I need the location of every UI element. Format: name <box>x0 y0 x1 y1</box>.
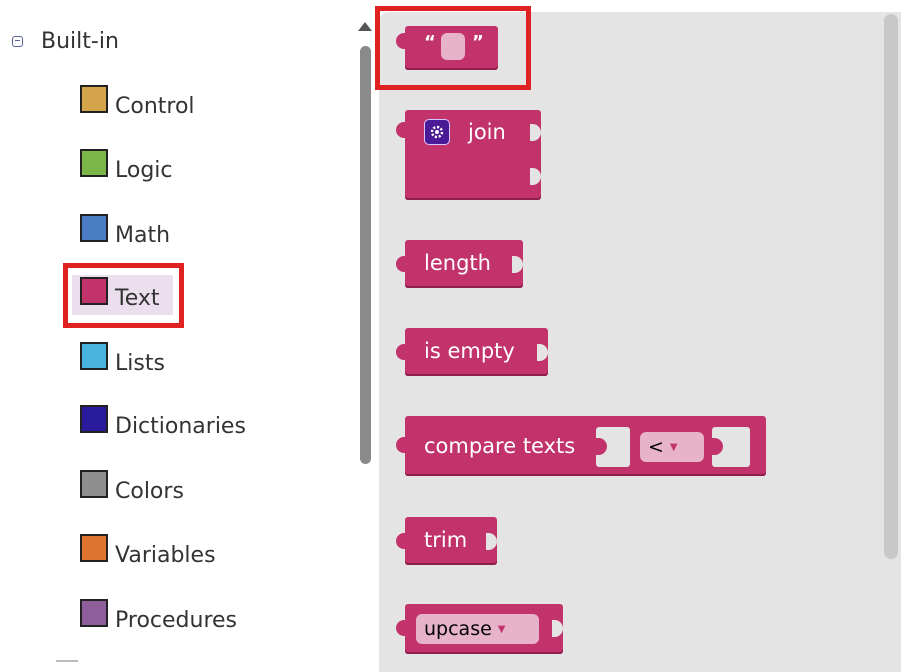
dropdown-arrow-icon: ▼ <box>497 623 506 635</box>
close-quote: ” <box>472 32 484 53</box>
lists-swatch-icon <box>80 342 108 370</box>
text-input-field[interactable] <box>441 33 465 60</box>
category-label: Lists <box>115 351 165 376</box>
mutator-gear-icon[interactable] <box>424 119 450 145</box>
category-label: Text <box>115 286 160 311</box>
trim-label: trim <box>424 528 468 552</box>
category-tree: Built-in Control Logic Math Text Lists D… <box>0 0 378 672</box>
category-label: Colors <box>115 479 184 504</box>
category-label: Math <box>115 223 171 248</box>
category-dictionaries[interactable]: Dictionaries <box>80 403 246 443</box>
category-label: Dictionaries <box>115 414 246 439</box>
output-tab <box>396 437 405 453</box>
socket-tab <box>712 438 723 455</box>
dictionaries-swatch-icon <box>80 405 108 433</box>
socket-tab <box>596 438 607 455</box>
value-socket[interactable] <box>712 427 750 467</box>
control-swatch-icon <box>80 85 108 113</box>
open-quote: “ <box>424 32 436 53</box>
next-category-stub <box>56 660 78 662</box>
procedures-swatch-icon <box>80 599 108 627</box>
category-lists[interactable]: Lists <box>80 340 165 380</box>
text-swatch-icon <box>80 277 108 305</box>
dropdown-arrow-icon: ▼ <box>669 441 678 453</box>
is-empty-label: is empty <box>424 339 515 363</box>
category-math[interactable]: Math <box>80 212 170 252</box>
flyout-scrollbar[interactable] <box>884 14 898 559</box>
output-tab <box>396 256 405 272</box>
variables-swatch-icon <box>80 534 108 562</box>
collapse-icon[interactable] <box>12 35 23 47</box>
built-in-node[interactable]: Built-in <box>12 24 119 58</box>
scrollbar-thumb[interactable] <box>360 46 371 464</box>
length-label: length <box>424 251 491 275</box>
output-tab <box>396 122 405 138</box>
case-dropdown[interactable]: upcase ▼ <box>416 614 539 644</box>
category-logic[interactable]: Logic <box>80 147 173 187</box>
category-colors[interactable]: Colors <box>80 468 184 508</box>
category-text[interactable]: Text <box>72 275 173 315</box>
value-socket[interactable] <box>596 427 630 467</box>
output-tab <box>396 620 405 636</box>
compare-texts-label: compare texts <box>424 434 576 458</box>
scroll-up-arrow-icon[interactable] <box>358 22 372 31</box>
category-procedures[interactable]: Procedures <box>80 597 237 637</box>
output-tab <box>396 533 405 549</box>
category-label: Logic <box>115 158 173 183</box>
output-tab <box>396 33 405 49</box>
operator-dropdown[interactable]: < ▼ <box>640 432 704 462</box>
tree-scrollbar[interactable] <box>356 18 374 658</box>
join-label: join <box>468 120 506 144</box>
category-label: Procedures <box>115 608 237 633</box>
category-variables[interactable]: Variables <box>80 532 216 572</box>
upcase-label: upcase <box>424 618 492 640</box>
category-control[interactable]: Control <box>80 83 195 123</box>
category-label: Variables <box>115 543 216 568</box>
colors-swatch-icon <box>80 470 108 498</box>
logic-swatch-icon <box>80 149 108 177</box>
operator-value: < <box>648 436 664 458</box>
category-label: Control <box>115 94 195 119</box>
math-swatch-icon <box>80 214 108 242</box>
built-in-label: Built-in <box>41 28 119 54</box>
output-tab <box>396 344 405 360</box>
